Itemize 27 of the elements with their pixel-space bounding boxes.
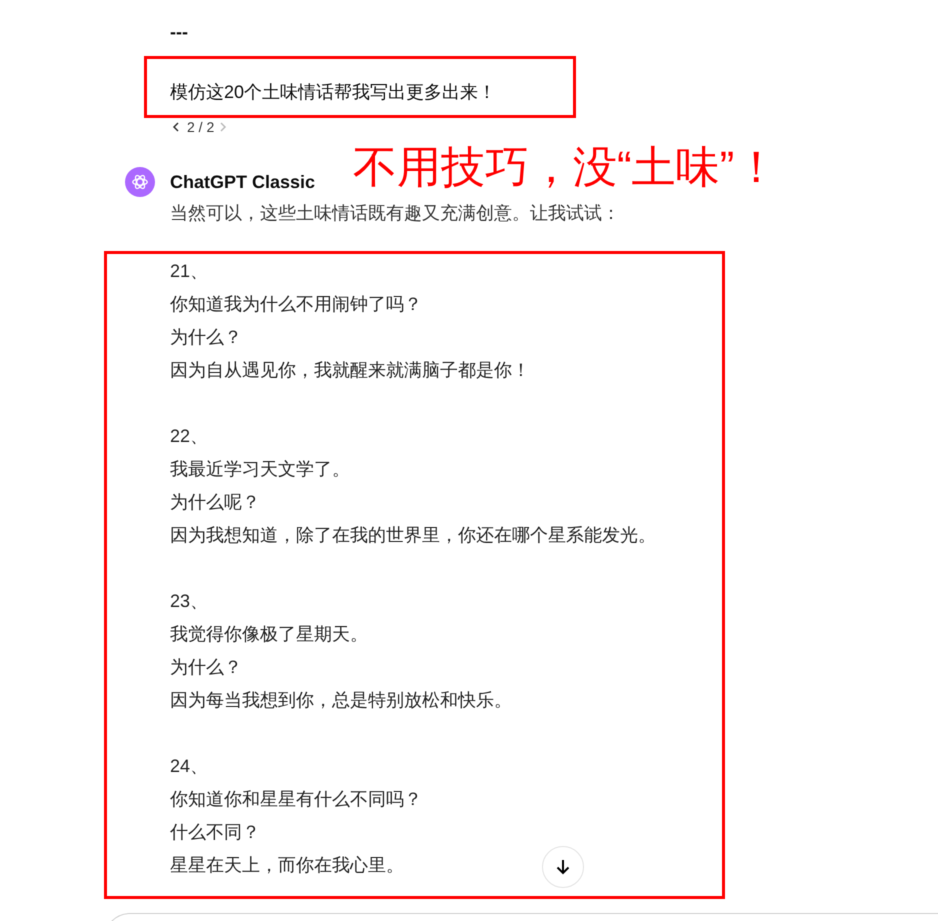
joke-number: 21、 <box>170 260 208 283</box>
chevron-left-icon <box>172 122 180 132</box>
annotation-text: 不用技巧，没“土味”！ <box>353 144 778 192</box>
message-text: 为什么呢？ <box>170 491 260 514</box>
joke-number: 22、 <box>170 425 208 448</box>
chevron-right-icon <box>219 122 228 132</box>
assistant-name: ChatGPT Classic <box>170 171 316 194</box>
joke-number: 23、 <box>170 590 208 613</box>
message-text: 当然可以，这些土味情话既有趣又充满创意。让我试试： <box>170 202 620 225</box>
joke-number: 24、 <box>170 755 208 778</box>
message-text: 因为自从遇见你，我就醒来就满脑子都是你！ <box>170 359 530 382</box>
message-text: 我最近学习天文学了。 <box>170 458 350 481</box>
user-message: 模仿这20个土味情话帮我写出更多出来！ <box>170 81 496 104</box>
scroll-down-button[interactable] <box>542 846 584 888</box>
message-text: 你知道你和星星有什么不同吗？ <box>170 788 422 811</box>
avatar-icon <box>125 167 155 197</box>
message-text: 你知道我为什么不用闹钟了吗？ <box>170 293 422 316</box>
message-text: 星星在天上，而你在我心里。 <box>170 854 404 877</box>
message-text: --- <box>170 21 188 44</box>
message-text: 因为每当我想到你，总是特别放松和快乐。 <box>170 689 512 712</box>
message-text: 为什么？ <box>170 656 242 679</box>
message-text: 我觉得你像极了星期天。 <box>170 623 368 646</box>
arrow-down-icon <box>554 858 572 876</box>
message-text: 为什么？ <box>170 326 242 349</box>
message-text: 什么不同？ <box>170 821 260 844</box>
message-text: 因为我想知道，除了在我的世界里，你还在哪个星系能发光。 <box>170 524 656 547</box>
page-counter: 2 / 2 <box>187 119 214 135</box>
